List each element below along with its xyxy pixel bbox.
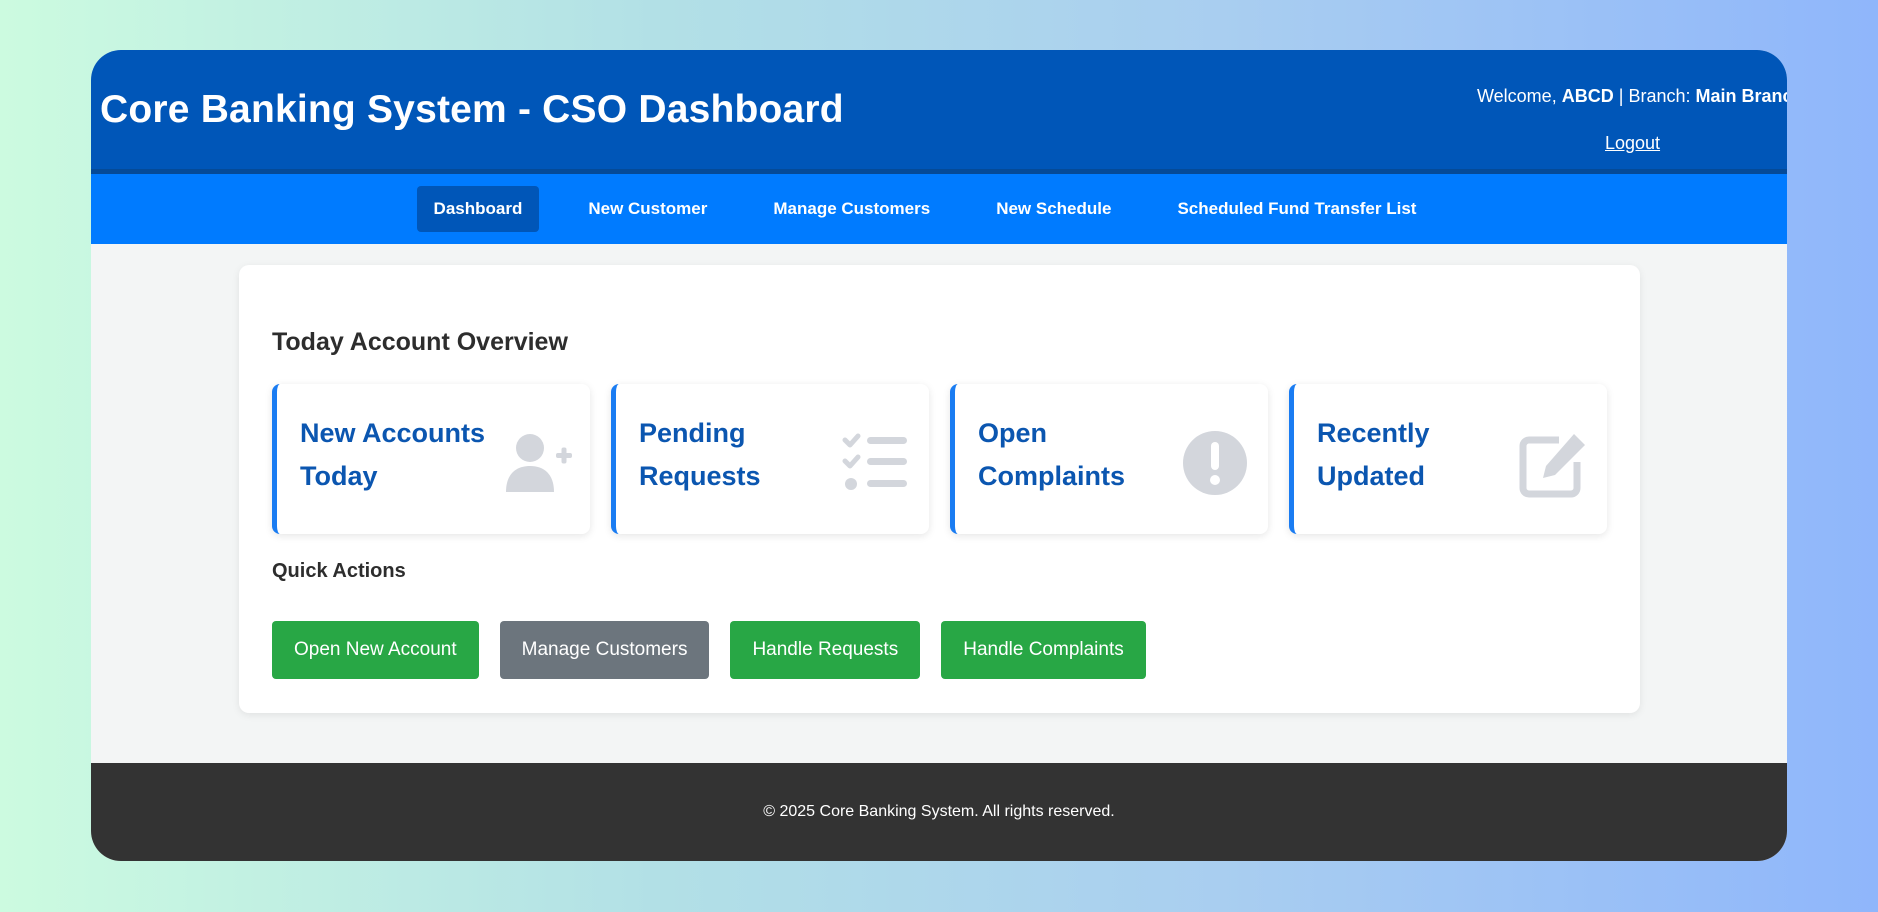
exclamation-circle-icon: [1183, 431, 1247, 495]
handle-complaints-button[interactable]: Handle Complaints: [941, 621, 1146, 679]
nav-item-new-customer[interactable]: New Customer: [571, 186, 724, 232]
main-nav: Dashboard New Customer Manage Customers …: [91, 174, 1787, 244]
stat-card-pending-requests[interactable]: Pending Requests: [611, 384, 929, 534]
open-new-account-button[interactable]: Open New Account: [272, 621, 479, 679]
welcome-prefix: Welcome,: [1477, 86, 1557, 106]
nav-item-scheduled-fund-transfer-list[interactable]: Scheduled Fund Transfer List: [1160, 186, 1433, 232]
page-title: Core Banking System - CSO Dashboard: [100, 88, 844, 131]
info-separator: |: [1618, 86, 1624, 106]
manage-customers-button[interactable]: Manage Customers: [499, 621, 710, 679]
branch-name: Main Branch: [1695, 86, 1788, 106]
stat-card-new-accounts[interactable]: New Accounts Today: [272, 384, 590, 534]
page-header: Core Banking System - CSO Dashboard Welc…: [91, 50, 1787, 174]
stat-label: Pending Requests: [639, 418, 761, 491]
user-info: Welcome, ABCD | Branch: Main Branch: [1477, 86, 1787, 107]
handle-requests-button[interactable]: Handle Requests: [730, 621, 921, 679]
page-footer: © 2025 Core Banking System. All rights r…: [91, 763, 1787, 861]
edit-icon: [1519, 434, 1585, 498]
user-plus-icon: [506, 434, 572, 492]
stat-card-open-complaints[interactable]: Open Complaints: [950, 384, 1268, 534]
overview-title: Today Account Overview: [272, 328, 568, 356]
user-name: ABCD: [1561, 86, 1614, 106]
app-window: Core Banking System - CSO Dashboard Welc…: [91, 50, 1787, 861]
branch-prefix: Branch:: [1628, 86, 1691, 106]
nav-item-dashboard[interactable]: Dashboard: [416, 186, 540, 232]
stat-label: New Accounts Today: [300, 418, 486, 491]
nav-item-new-schedule[interactable]: New Schedule: [979, 186, 1128, 232]
nav-item-manage-customers[interactable]: Manage Customers: [756, 186, 947, 232]
stat-label: Open Complaints: [978, 418, 1126, 491]
dashboard-card: Today Account Overview New Accounts Toda…: [239, 265, 1640, 713]
quick-actions-title: Quick Actions: [272, 560, 406, 582]
main-content: Today Account Overview New Accounts Toda…: [91, 244, 1787, 763]
logout-link[interactable]: Logout: [1605, 133, 1660, 154]
stat-label: Recently Updated: [1317, 418, 1430, 491]
quick-actions: Open New Account Manage Customers Handle…: [272, 621, 1146, 679]
checklist-icon: [842, 433, 907, 490]
stats-row: New Accounts Today Pending Requests Open…: [272, 384, 1607, 534]
copyright-text: © 2025 Core Banking System. All rights r…: [763, 803, 1115, 820]
stat-card-recently-updated[interactable]: Recently Updated: [1289, 384, 1607, 534]
